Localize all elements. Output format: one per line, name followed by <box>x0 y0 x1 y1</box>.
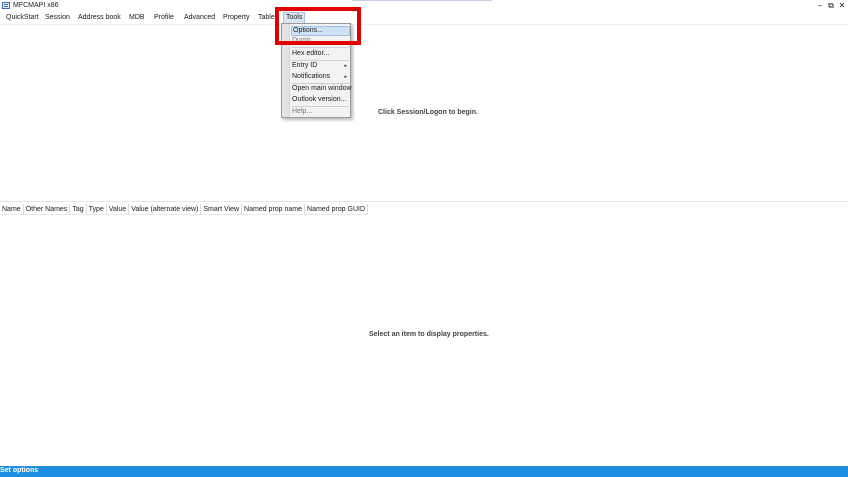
column-header-other-names[interactable]: Other Names <box>23 204 71 215</box>
menu-separator <box>292 47 349 48</box>
menu-item-hex-editor[interactable]: Hex editor... <box>291 49 350 59</box>
pane-splitter[interactable] <box>0 201 848 202</box>
column-header-smart-view[interactable]: Smart View <box>201 204 243 215</box>
status-bar: Set options <box>0 466 848 477</box>
restore-icon[interactable]: ⧉ <box>826 1 836 11</box>
menu-table[interactable]: Table <box>256 12 277 24</box>
menu-address-book[interactable]: Address book <box>76 12 123 24</box>
logon-hint: Click Session/Logon to begin. <box>378 109 478 116</box>
column-header-value-alternate[interactable]: Value (alternate view) <box>129 204 202 215</box>
column-header-type[interactable]: Type <box>86 204 107 215</box>
column-header-tag[interactable]: Tag <box>70 204 87 215</box>
title-accent-line <box>352 0 492 1</box>
property-column-header: Name Other Names Tag Type Value Value (a… <box>0 204 368 215</box>
menu-item-open-main-window-label: Open main window <box>292 85 352 92</box>
window-title: MFCMAPI x86 <box>13 2 59 9</box>
menu-item-open-main-window[interactable]: Open main window <box>291 84 352 94</box>
menu-item-help[interactable]: Help... <box>291 107 350 117</box>
menu-session[interactable]: Session <box>43 12 72 24</box>
column-header-name[interactable]: Name <box>0 204 24 215</box>
submenu-arrow-icon: ▸ <box>344 74 347 80</box>
app-icon <box>2 2 10 9</box>
menu-bar: QuickStart Session Address book MDB Prof… <box>0 12 848 24</box>
close-icon[interactable]: ✕ <box>837 1 847 11</box>
status-text: Set options <box>0 467 39 474</box>
menu-item-notifications-label: Notifications <box>292 73 331 80</box>
title-bar: MFCMAPI x86 – ⧉ ✕ <box>0 0 848 12</box>
submenu-arrow-icon: ▸ <box>344 63 347 69</box>
menu-item-hex-editor-label: Hex editor... <box>292 50 330 57</box>
menu-item-help-label: Help... <box>292 108 313 115</box>
column-header-value[interactable]: Value <box>106 204 130 215</box>
menu-item-outlook-version[interactable]: Outlook version... <box>291 95 350 105</box>
menu-profile[interactable]: Profile <box>152 12 176 24</box>
menu-mdb[interactable]: MDB <box>127 12 147 24</box>
menu-item-entry-id-label: Entry ID <box>292 62 318 69</box>
column-header-named-prop-name[interactable]: Named prop name <box>242 204 306 215</box>
menu-advanced[interactable]: Advanced <box>182 12 217 24</box>
menu-quickstart[interactable]: QuickStart <box>4 12 41 24</box>
menu-item-outlook-version-label: Outlook version... <box>292 96 347 103</box>
column-header-named-prop-guid[interactable]: Named prop GUID <box>305 204 368 215</box>
menu-property[interactable]: Property <box>221 12 251 24</box>
menu-item-entry-id[interactable]: Entry ID ▸ <box>291 61 350 71</box>
annotation-highlight-box <box>275 7 361 45</box>
properties-empty-hint: Select an item to display properties. <box>369 331 489 338</box>
object-list-pane[interactable]: Click Session/Logon to begin. <box>0 24 848 202</box>
menu-item-notifications[interactable]: Notifications ▸ <box>291 72 350 82</box>
minimize-icon[interactable]: – <box>815 1 825 11</box>
